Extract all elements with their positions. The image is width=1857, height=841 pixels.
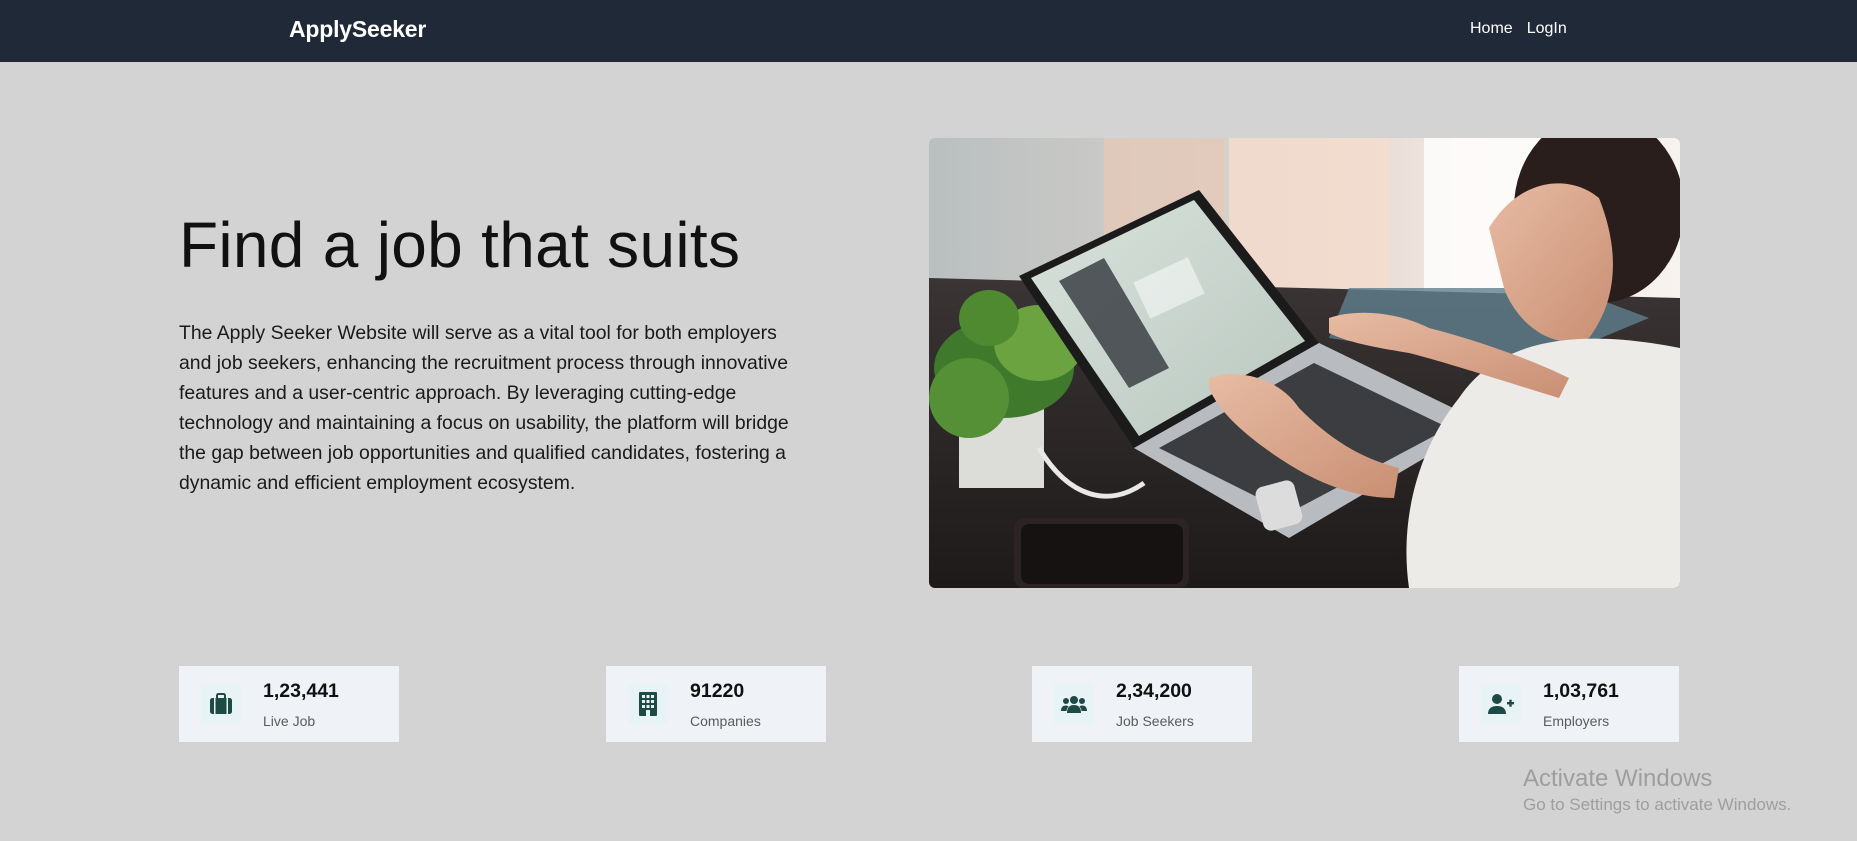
watermark-title: Activate Windows [1523, 765, 1713, 792]
brand-logo[interactable]: ApplySeeker [289, 16, 426, 43]
user-plus-icon [1481, 684, 1521, 724]
stat-value: 1,03,761 [1543, 680, 1619, 702]
hero-description: The Apply Seeker Website will serve as a… [179, 322, 789, 494]
building-icon [628, 684, 668, 724]
nav-link-login[interactable]: LogIn [1527, 20, 1567, 38]
windows-activation-watermark: Activate Windows Go to Settings to activ… [1523, 764, 1791, 816]
stat-card-companies: 91220 Companies [606, 666, 826, 742]
stat-label: Job Seekers [1116, 713, 1194, 729]
navbar: ApplySeeker Home LogIn [0, 0, 1857, 62]
stat-label: Live Job [263, 713, 316, 729]
briefcase-icon [201, 684, 241, 724]
watermark-subtitle: Go to Settings to activate Windows. [1523, 795, 1792, 814]
stat-value: 2,34,200 [1116, 680, 1192, 702]
stat-value: 91220 [690, 680, 745, 702]
nav-links: Home LogIn [1470, 20, 1567, 38]
stat-value: 1,23,441 [263, 680, 339, 702]
hero-title: Find a job that suits [179, 209, 741, 281]
nav-link-home[interactable]: Home [1470, 20, 1513, 38]
stat-card-job-seekers: 2,34,200 Job Seekers [1032, 666, 1252, 742]
stat-card-live-job: 1,23,441 Live Job [179, 666, 399, 742]
stat-card-employers: 1,03,761 Employers [1459, 666, 1679, 742]
users-icon [1054, 684, 1094, 724]
hero-image [929, 138, 1680, 588]
stat-label: Companies [690, 713, 761, 729]
stat-label: Employers [1543, 713, 1610, 729]
